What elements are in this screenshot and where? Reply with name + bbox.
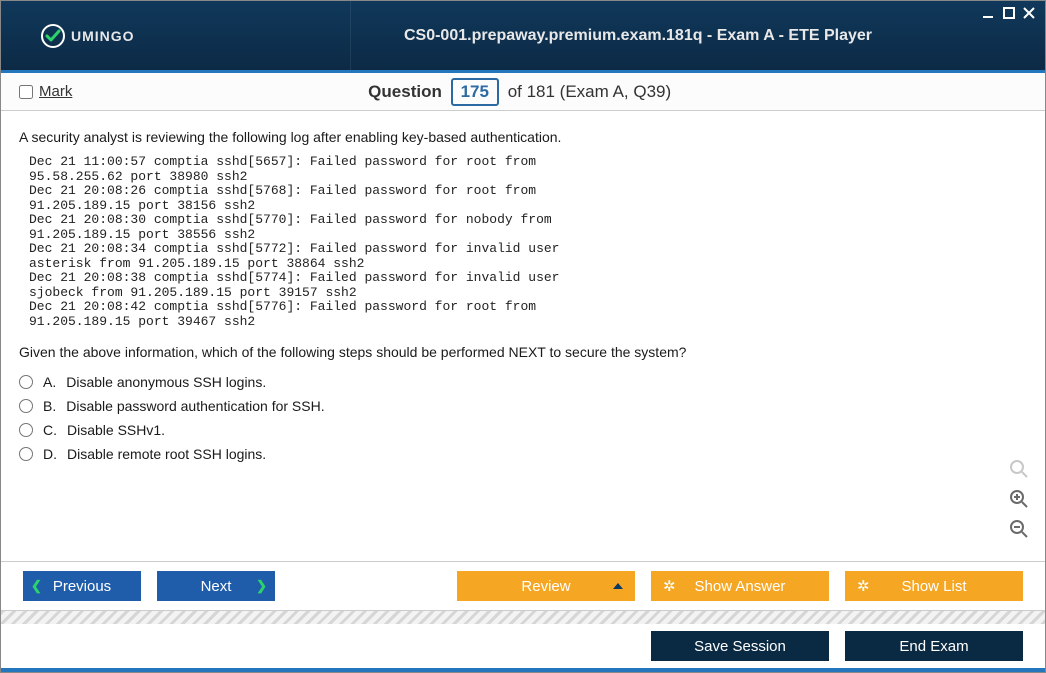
show-list-label: Show List: [901, 578, 966, 595]
divider-hatch: [1, 610, 1045, 624]
next-button[interactable]: Next ❯: [157, 571, 275, 601]
zoom-out-button[interactable]: [1007, 517, 1031, 541]
gear-icon: ✲: [857, 577, 870, 595]
end-exam-button[interactable]: End Exam: [845, 631, 1023, 661]
search-button[interactable]: [1007, 457, 1031, 481]
answer-radio[interactable]: [19, 375, 33, 389]
mark-checkbox-wrap[interactable]: Mark: [19, 83, 72, 100]
zoom-out-icon: [1009, 519, 1029, 539]
footer-accent: [1, 668, 1045, 672]
zoom-in-button[interactable]: [1007, 487, 1031, 511]
answer-radio[interactable]: [19, 447, 33, 461]
chevron-right-icon: ❯: [256, 578, 267, 594]
answer-option[interactable]: D. Disable remote root SSH logins.: [19, 446, 1027, 462]
window-controls: [981, 5, 1037, 21]
minimize-button[interactable]: [981, 5, 997, 21]
log-block: Dec 21 11:00:57 comptia sshd[5657]: Fail…: [29, 155, 1027, 330]
title-bar: UMINGO CS0-001.prepaway.premium.exam.181…: [1, 1, 1045, 73]
answer-option[interactable]: B. Disable password authentication for S…: [19, 398, 1027, 414]
question-prompt: Given the above information, which of th…: [19, 344, 1027, 360]
footer-row-nav: ❮ Previous Next ❯ Review ✲ Show Answer ✲…: [1, 562, 1045, 610]
answer-radio[interactable]: [19, 399, 33, 413]
answer-text: Disable remote root SSH logins.: [67, 446, 266, 462]
show-list-button[interactable]: ✲ Show List: [845, 571, 1023, 601]
brand-text: UMINGO: [71, 28, 135, 44]
end-exam-label: End Exam: [899, 638, 968, 655]
footer: ❮ Previous Next ❯ Review ✲ Show Answer ✲…: [1, 561, 1045, 672]
window-title: CS0-001.prepaway.premium.exam.181q - Exa…: [351, 27, 1045, 45]
answer-option[interactable]: A. Disable anonymous SSH logins.: [19, 374, 1027, 390]
answer-letter: B.: [43, 398, 56, 414]
answer-letter: A.: [43, 374, 56, 390]
mark-label[interactable]: Mark: [39, 83, 72, 100]
maximize-button[interactable]: [1001, 5, 1017, 21]
review-label: Review: [521, 578, 570, 595]
question-intro: A security analyst is reviewing the foll…: [19, 129, 1027, 145]
answer-text: Disable anonymous SSH logins.: [66, 374, 266, 390]
save-session-button[interactable]: Save Session: [651, 631, 829, 661]
answer-text: Disable password authentication for SSH.: [66, 398, 324, 414]
minimize-icon: [983, 7, 995, 19]
question-number-box: 175: [451, 78, 499, 106]
footer-row-session: Save Session End Exam: [1, 624, 1045, 668]
zoom-controls: [1007, 457, 1031, 541]
close-button[interactable]: [1021, 5, 1037, 21]
answer-radio[interactable]: [19, 423, 33, 437]
triangle-up-icon: [613, 583, 623, 589]
answer-letter: C.: [43, 422, 57, 438]
next-label: Next: [201, 578, 232, 595]
previous-label: Previous: [53, 578, 111, 595]
brand-logo: UMINGO: [1, 1, 351, 70]
question-title: Question 175 of 181 (Exam A, Q39): [72, 78, 967, 106]
answer-list: A. Disable anonymous SSH logins. B. Disa…: [19, 374, 1027, 462]
question-of-text: of 181 (Exam A, Q39): [508, 82, 671, 101]
app-window: UMINGO CS0-001.prepaway.premium.exam.181…: [0, 0, 1046, 673]
show-answer-label: Show Answer: [695, 578, 786, 595]
review-button[interactable]: Review: [457, 571, 635, 601]
save-session-label: Save Session: [694, 638, 786, 655]
maximize-icon: [1003, 7, 1015, 19]
previous-button[interactable]: ❮ Previous: [23, 571, 141, 601]
zoom-in-icon: [1009, 489, 1029, 509]
question-word: Question: [368, 82, 442, 101]
checkmark-icon: [41, 24, 65, 48]
close-icon: [1023, 7, 1035, 19]
search-icon: [1009, 459, 1029, 479]
answer-option[interactable]: C. Disable SSHv1.: [19, 422, 1027, 438]
answer-letter: D.: [43, 446, 57, 462]
question-header-row: Mark Question 175 of 181 (Exam A, Q39): [1, 73, 1045, 111]
gear-icon: ✲: [663, 577, 676, 595]
answer-text: Disable SSHv1.: [67, 422, 165, 438]
question-content: A security analyst is reviewing the foll…: [1, 111, 1045, 561]
mark-checkbox[interactable]: [19, 85, 33, 99]
chevron-left-icon: ❮: [31, 578, 42, 594]
show-answer-button[interactable]: ✲ Show Answer: [651, 571, 829, 601]
